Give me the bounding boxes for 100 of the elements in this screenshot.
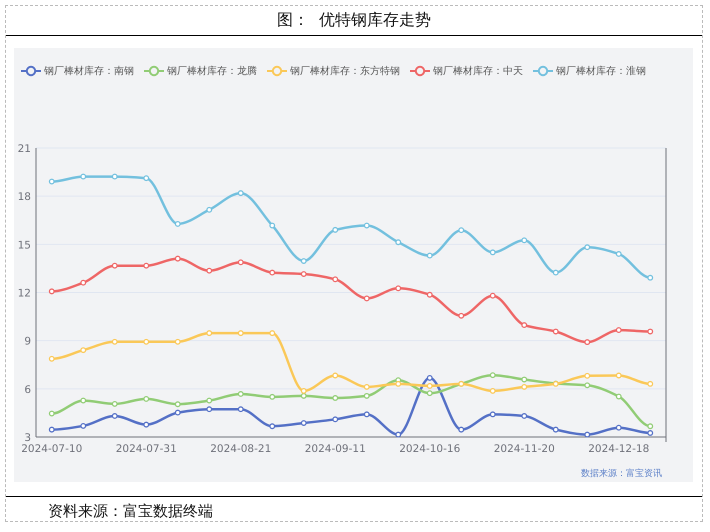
source-text: 资料来源：富宝数据终端 [48, 502, 213, 520]
x-tick-label: 2024-08-21 [210, 443, 272, 455]
legend-label: 钢厂棒材库存：中天 [433, 64, 523, 78]
point [80, 280, 86, 286]
x-tick-label: 2024-07-10 [21, 443, 82, 455]
point [521, 322, 528, 328]
point [112, 413, 118, 419]
point [490, 292, 496, 299]
point [364, 411, 370, 418]
y-tick-label: 12 [18, 288, 31, 300]
point [552, 426, 559, 433]
x-tick-label: 2024-12-18 [588, 443, 650, 455]
point [552, 328, 559, 334]
point [174, 410, 181, 416]
point [300, 271, 307, 277]
point [238, 259, 244, 266]
legend-label: 钢厂棒材库存：龙腾 [167, 64, 257, 78]
point [647, 380, 654, 387]
point [143, 422, 150, 428]
figure-title: 图： 优特钢库存走势 [276, 10, 432, 31]
point [584, 382, 590, 388]
point [395, 380, 402, 387]
point [364, 295, 370, 302]
point [364, 384, 370, 390]
y-tick-label: 6 [24, 384, 31, 396]
point [426, 252, 433, 259]
point [395, 239, 402, 246]
point [647, 423, 654, 430]
point [269, 394, 276, 400]
point [174, 338, 181, 345]
y-tick-label: 9 [24, 336, 31, 348]
point [458, 227, 464, 234]
point [174, 256, 181, 262]
point [584, 432, 590, 438]
point [80, 347, 86, 354]
point [332, 276, 338, 282]
point [112, 262, 118, 269]
point [332, 395, 338, 401]
point [269, 270, 276, 276]
point [48, 288, 55, 294]
point [584, 244, 590, 250]
x-tick-label: 2024-11-20 [494, 443, 555, 455]
point [490, 249, 496, 256]
point [80, 422, 86, 429]
point [300, 258, 307, 264]
legend-label: 钢厂棒材库存：淮钢 [556, 64, 646, 78]
point [552, 270, 559, 276]
point [458, 426, 464, 433]
point [332, 226, 338, 233]
point [426, 374, 433, 381]
point [616, 327, 622, 334]
point [616, 251, 622, 257]
point [300, 388, 307, 394]
point [490, 388, 496, 394]
point [238, 391, 244, 397]
point [647, 430, 654, 436]
y-tick-label: 21 [18, 143, 31, 155]
point [269, 222, 276, 228]
point [48, 178, 55, 185]
legend-label: 钢厂棒材库存：东方特钢 [290, 64, 400, 78]
point [206, 406, 212, 412]
point [269, 330, 276, 336]
point [238, 406, 244, 412]
point [364, 392, 370, 399]
point [112, 174, 118, 180]
point [112, 400, 118, 407]
point [395, 432, 402, 438]
point [584, 339, 590, 346]
point [458, 312, 464, 319]
point [174, 401, 181, 408]
point [490, 372, 496, 378]
point [300, 420, 307, 426]
y-tick-label: 18 [18, 191, 31, 204]
point [647, 274, 654, 281]
point [332, 372, 338, 378]
point [364, 222, 370, 228]
point [238, 330, 244, 336]
point [395, 285, 402, 292]
point [48, 356, 55, 362]
point [269, 423, 276, 430]
point [206, 206, 212, 213]
point [206, 330, 212, 336]
point [521, 237, 528, 244]
point [426, 382, 433, 389]
point [143, 338, 150, 345]
y-tick-label: 15 [18, 239, 31, 252]
point [521, 413, 528, 419]
legend-label: 钢厂棒材库存：南钢 [44, 64, 134, 78]
point [143, 175, 150, 182]
point [238, 190, 244, 196]
point [206, 268, 212, 274]
point [584, 372, 590, 379]
point [616, 372, 622, 378]
point [48, 410, 55, 417]
point [174, 220, 181, 227]
point [426, 390, 433, 396]
point [647, 328, 654, 334]
point [80, 398, 86, 404]
point [48, 426, 55, 433]
point [332, 416, 338, 422]
